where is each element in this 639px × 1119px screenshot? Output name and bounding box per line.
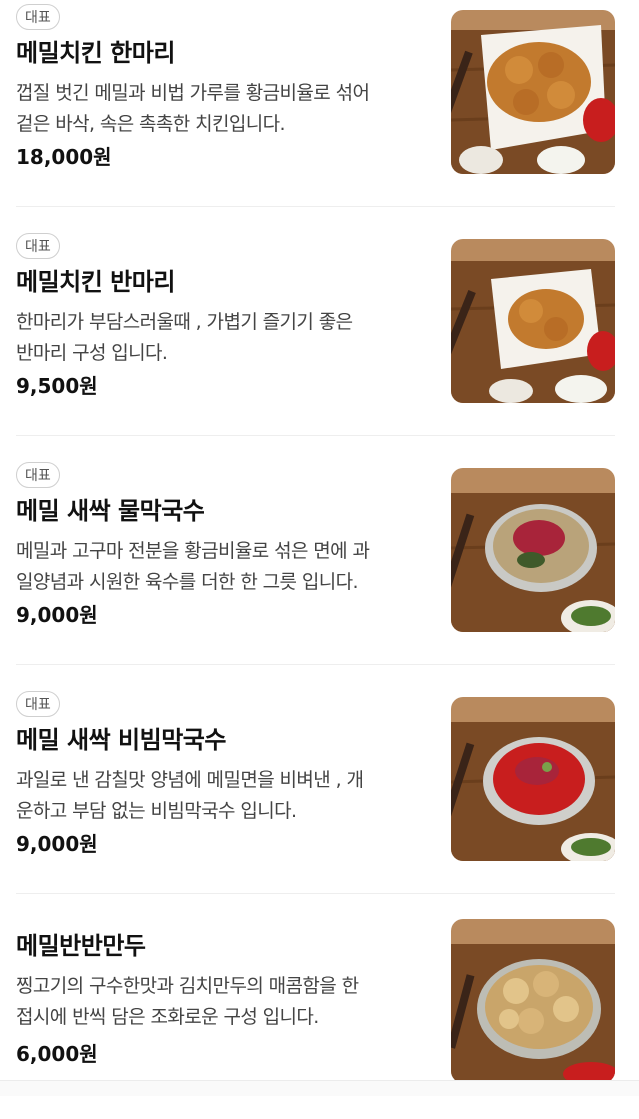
description-line: 찡고기의 구수한맛과 김치만두의 매콤함을 한 — [16, 975, 359, 997]
description-line: 과일로 낸 감칠맛 양념에 메밀면을 비벼낸 , 개 — [16, 769, 364, 791]
menu-item-description: 껍질 벗긴 메밀과 비법 가루를 황금비율로 섞어 겉은 바삭, 속은 촉촉한 … — [16, 78, 434, 140]
menu-item[interactable]: 대표 메밀 새싹 비빔막국수 과일로 낸 감칠맛 양념에 메밀면을 비벼낸 , … — [0, 687, 639, 897]
signature-badge: 대표 — [16, 691, 60, 717]
signature-badge: 대표 — [16, 233, 60, 259]
signature-badge: 대표 — [16, 4, 60, 30]
divider — [16, 664, 615, 665]
bottom-bar — [0, 1080, 639, 1096]
menu-item-description: 한마리가 부담스러울때 , 가볍기 즐기기 좋은 반마리 구성 입니다. — [16, 307, 434, 369]
description-line: 껍질 벗긴 메밀과 비법 가루를 황금비율로 섞어 — [16, 82, 370, 104]
menu-item-price: 9,000원 — [16, 832, 98, 856]
description-line: 메밀과 고구마 전분을 황금비율로 섞은 면에 과 — [16, 540, 370, 562]
menu-item-name: 메밀치킨 반마리 — [16, 268, 175, 296]
description-line: 한마리가 부담스러울때 , 가볍기 즐기기 좋은 — [16, 311, 353, 333]
fried-chicken-plate-icon[interactable] — [451, 10, 615, 174]
spicy-noodle-bowl-icon[interactable] — [451, 697, 615, 861]
menu-item-price: 18,000원 — [16, 145, 112, 169]
menu-item-price: 9,500원 — [16, 374, 98, 398]
dumpling-pot-icon[interactable] — [451, 919, 615, 1083]
menu-item-price: 9,000원 — [16, 603, 98, 627]
fried-chicken-half-plate-icon[interactable] — [451, 239, 615, 403]
menu-item-name: 메밀 새싹 물막국수 — [16, 497, 205, 525]
description-line: 접시에 반씩 담은 조화로운 구성 입니다. — [16, 1006, 319, 1028]
menu-item-description: 과일로 낸 감칠맛 양념에 메밀면을 비벼낸 , 개 운하고 부담 없는 비빔막… — [16, 765, 434, 827]
menu-item[interactable]: 대표 메밀치킨 반마리 한마리가 부담스러울때 , 가볍기 즐기기 좋은 반마리… — [0, 229, 639, 439]
menu-item[interactable]: 대표 메밀 새싹 물막국수 메밀과 고구마 전분을 황금비율로 섞은 면에 과 … — [0, 458, 639, 668]
menu-item-price: 6,000원 — [16, 1042, 98, 1066]
description-line: 운하고 부담 없는 비빔막국수 입니다. — [16, 800, 297, 822]
description-line: 겉은 바삭, 속은 촉촉한 치킨입니다. — [16, 113, 286, 135]
menu-item-name: 메밀치킨 한마리 — [16, 39, 175, 67]
cold-noodle-bowl-icon[interactable] — [451, 468, 615, 632]
description-line: 일양념과 시원한 육수를 더한 한 그릇 입니다. — [16, 571, 359, 593]
menu-item-description: 메밀과 고구마 전분을 황금비율로 섞은 면에 과 일양념과 시원한 육수를 더… — [16, 536, 434, 598]
signature-badge: 대표 — [16, 462, 60, 488]
menu-item-name: 메밀 새싹 비빔막국수 — [16, 726, 226, 754]
menu-item-description: 찡고기의 구수한맛과 김치만두의 매콤함을 한 접시에 반씩 담은 조화로운 구… — [16, 971, 434, 1033]
description-line: 반마리 구성 입니다. — [16, 342, 168, 364]
menu-item-name: 메밀반반만두 — [16, 932, 146, 960]
divider — [16, 206, 615, 207]
divider — [16, 435, 615, 436]
divider — [16, 893, 615, 894]
menu-item[interactable]: 대표 메밀치킨 한마리 껍질 벗긴 메밀과 비법 가루를 황금비율로 섞어 겉은… — [0, 0, 639, 210]
